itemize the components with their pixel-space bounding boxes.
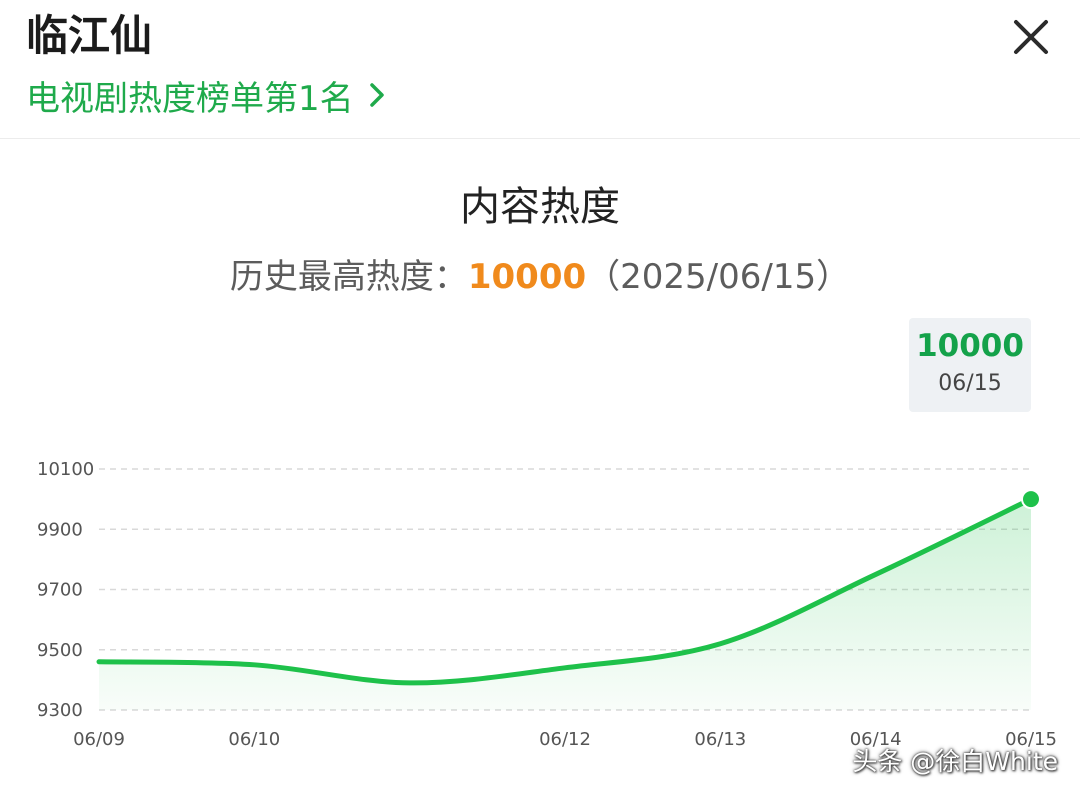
highlight-point [1021, 489, 1041, 510]
x-tick-label: 06/09 [73, 729, 125, 750]
tooltip-date: 06/15 [938, 371, 1002, 396]
y-tick-label: 9300 [37, 700, 83, 721]
y-tick-label: 9700 [37, 580, 83, 601]
heat-modal: 临江仙 电视剧热度榜单第1名 内容热度 历史最高热度：10000（2025/06… [0, 0, 1080, 797]
tooltip-value: 10000 [916, 328, 1024, 364]
y-tick-label: 10100 [37, 459, 94, 480]
data-tooltip: 10000 06/15 [909, 318, 1031, 412]
series-area [99, 499, 1031, 710]
x-tick-label: 06/12 [539, 729, 591, 750]
y-tick-label: 9900 [37, 519, 83, 540]
y-tick-label: 9500 [37, 640, 83, 661]
x-tick-label: 06/13 [694, 729, 746, 750]
watermark: 头条 @徐白White [852, 747, 1058, 776]
x-tick-label: 06/10 [228, 729, 280, 750]
